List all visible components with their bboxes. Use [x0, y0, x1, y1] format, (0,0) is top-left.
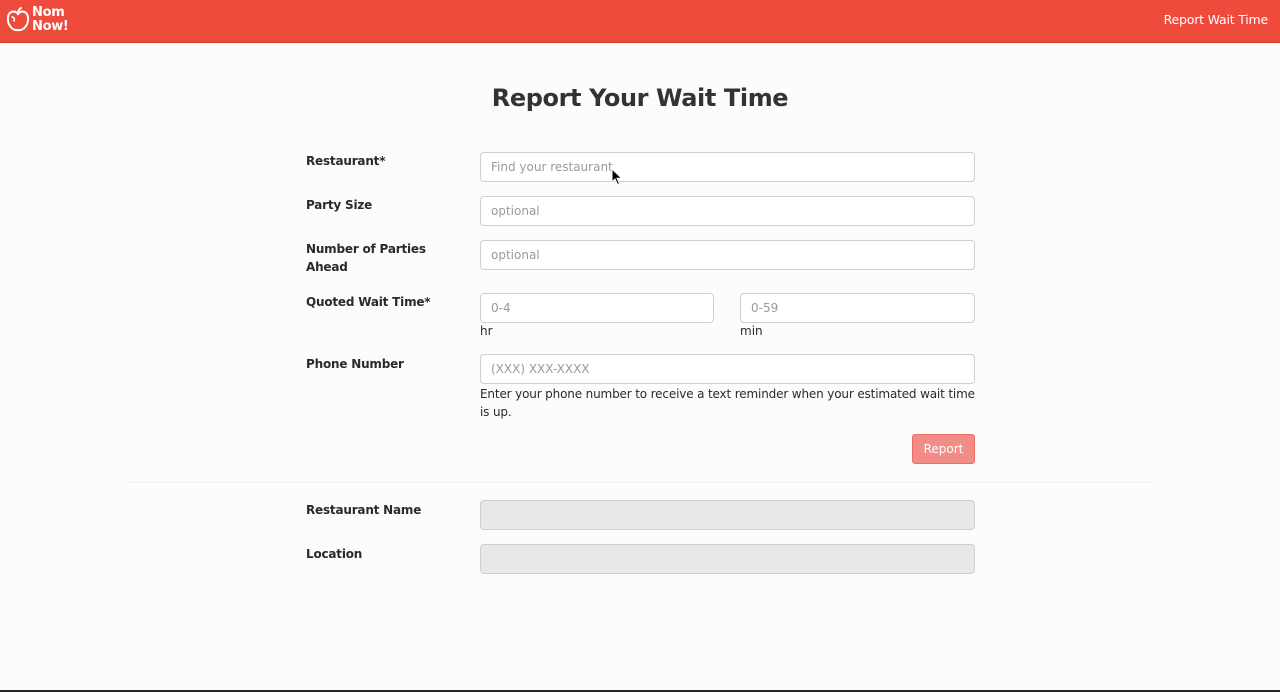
phone-help-text: Enter your phone number to receive a tex… — [480, 387, 975, 419]
location-field — [480, 544, 975, 574]
phone-number-label: Phone Number — [306, 357, 404, 371]
report-button[interactable]: Report — [912, 434, 975, 464]
wait-hours-input[interactable] — [480, 293, 714, 323]
parties-ahead-label: Number of Parties Ahead — [306, 242, 426, 274]
page-title: Report Your Wait Time — [491, 84, 789, 112]
nav-report-wait-time-link[interactable]: Report Wait Time — [1164, 12, 1269, 27]
phone-number-input[interactable] — [480, 354, 975, 384]
section-divider — [128, 482, 1152, 483]
wait-minutes-input[interactable] — [740, 293, 975, 323]
restaurant-name-label: Restaurant Name — [306, 503, 422, 517]
wait-minutes-unit: min — [740, 324, 763, 338]
parties-ahead-input[interactable] — [480, 240, 975, 270]
restaurant-search-input[interactable] — [480, 152, 975, 182]
brand-text: Nom Now! — [32, 5, 69, 34]
brand-logo[interactable]: Nom Now! — [6, 4, 69, 36]
restaurant-name-field — [480, 500, 975, 530]
quoted-wait-time-label: Quoted Wait Time* — [306, 295, 431, 309]
location-label: Location — [306, 547, 363, 561]
apple-icon — [6, 6, 30, 34]
party-size-label: Party Size — [306, 198, 373, 212]
restaurant-label: Restaurant* — [306, 154, 386, 168]
mouse-cursor-icon — [611, 167, 623, 190]
party-size-input[interactable] — [480, 196, 975, 226]
navbar: Nom Now! Report Wait Time — [0, 0, 1280, 43]
wait-hours-unit: hr — [480, 324, 493, 338]
